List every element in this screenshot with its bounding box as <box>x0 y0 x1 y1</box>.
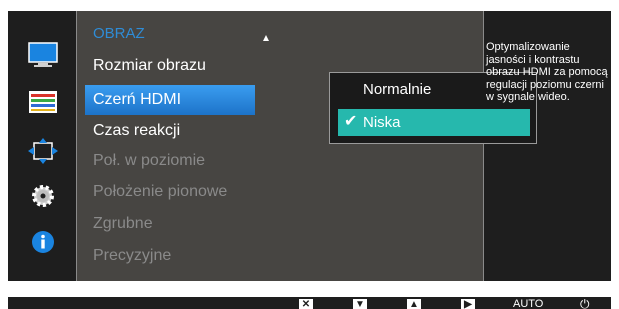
help-text: Optymalizowanie jasności i kontrastu obr… <box>486 41 608 103</box>
option-label: Normalnie <box>363 81 432 98</box>
checkmark-icon: ✔ <box>344 113 358 130</box>
picture-menu: OBRAZ Rozmiar obrazu Czerń HDMI Czas rea… <box>76 11 537 281</box>
arrow-up-icon: ▲ <box>409 299 419 309</box>
down-button[interactable]: ▼ <box>353 299 367 309</box>
menu-item-response-time[interactable]: Czas reakcji <box>93 122 180 140</box>
enter-button[interactable]: ▶ <box>461 299 475 309</box>
osd-window: OBRAZ Rozmiar obrazu Czerń HDMI Czas rea… <box>8 11 611 281</box>
menu-item-hdmi-black-level[interactable]: Czerń HDMI <box>85 85 255 115</box>
power-icon[interactable]: ⏻ <box>580 297 590 309</box>
size-position-icon[interactable] <box>28 138 58 164</box>
scroll-up-icon[interactable] <box>263 35 269 41</box>
play-icon: ▶ <box>464 299 472 309</box>
menu-title: OBRAZ <box>93 25 145 42</box>
menu-item-image-size[interactable]: Rozmiar obrazu <box>93 57 206 75</box>
setup-icon[interactable] <box>28 183 58 209</box>
close-icon: ✕ <box>301 299 311 309</box>
information-icon[interactable] <box>28 229 58 255</box>
option-label: Niska <box>363 114 401 131</box>
color-icon[interactable] <box>28 89 58 115</box>
option-low[interactable]: ✔ Niska <box>338 109 530 136</box>
sidebar <box>8 11 76 281</box>
arrow-down-icon: ▼ <box>355 299 365 309</box>
menu-item-v-position: Położenie pionowe <box>93 183 228 200</box>
up-button[interactable]: ▲ <box>407 299 421 309</box>
auto-button[interactable]: AUTO <box>513 298 543 309</box>
menu-item-h-position: Poł. w poziomie <box>93 152 206 169</box>
close-button[interactable]: ✕ <box>299 299 313 309</box>
control-bar: ✕ ▼ ▲ ▶ AUTO ⏻ <box>8 297 611 309</box>
picture-icon[interactable] <box>28 42 58 68</box>
menu-item-fine: Precyzyjne <box>93 247 172 264</box>
menu-item-coarse: Zgrubne <box>93 215 153 232</box>
